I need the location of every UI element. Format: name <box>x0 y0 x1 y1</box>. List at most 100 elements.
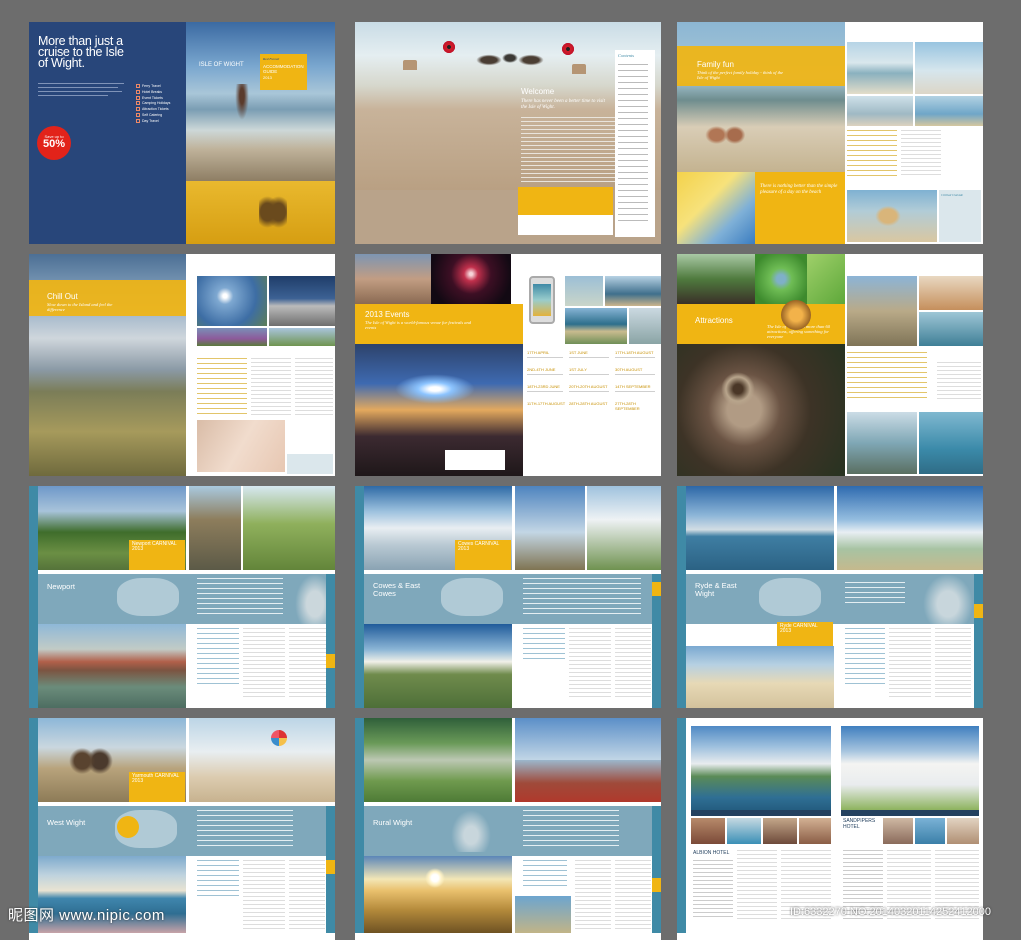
spread-cowes[interactable]: Cowes CARNIVAL 2013 Cowes & East Cowes <box>355 486 661 708</box>
family-photo-kite <box>915 42 983 94</box>
welcome-beach-people <box>475 36 545 76</box>
event-date: 20TH-20TH AUGUST <box>569 384 608 389</box>
event-date: 18TH-23RD JUNE <box>527 384 560 389</box>
rural-band-text <box>523 810 619 850</box>
newport-col-text <box>197 628 239 684</box>
newport-map <box>117 578 179 616</box>
rural-title: Rural Wight <box>373 818 413 827</box>
rural-photo-sky <box>515 718 661 760</box>
ryde-map <box>759 578 821 616</box>
bird-image <box>451 810 491 852</box>
chill-side-box <box>287 454 333 474</box>
newport-band-text <box>197 578 283 618</box>
attractions-photo-ruin <box>847 276 917 346</box>
events-photo-crowd <box>355 254 431 304</box>
newport-band <box>38 574 335 624</box>
west-band-text <box>197 810 293 850</box>
pinwheel <box>271 730 287 746</box>
cover-photo-beach <box>186 22 335 181</box>
cover-menu: Ferry Travel Hotel Breaks Event Tickets … <box>136 84 170 125</box>
chill-sub: Slow down to the Island and feel the dif… <box>47 302 113 312</box>
ryde-photo-pier <box>686 486 834 570</box>
family-quote: There is nothing better than the simple … <box>760 184 838 195</box>
sandpipers-name: SANDPIPERS HOTEL <box>843 818 876 830</box>
monkey-face <box>721 372 755 406</box>
watermark-id: ID:6332270 NO:20140320114252412000 <box>790 906 992 918</box>
events-photo-island <box>565 276 603 306</box>
spread-family-fun[interactable]: Family fun Think of the perfect family h… <box>677 22 983 244</box>
guide-box: Red Funnel ACCOMMODATION GUIDE 2013 <box>260 54 307 90</box>
watermark-logo: 昵图网 www.nipic.com <box>8 907 165 924</box>
attractions-photo-leaf <box>807 254 845 304</box>
chamber-logo-box <box>518 215 613 235</box>
cowes-photo-huts <box>364 624 512 708</box>
cover-photo-girl <box>234 84 250 124</box>
section-sidebar-right <box>652 806 661 933</box>
chill-photo-spa <box>197 420 285 472</box>
event-date: 14TH SEPTEMBER <box>615 384 651 389</box>
ryde-band-text <box>845 582 905 606</box>
event-date: 1ST JUNE <box>569 350 588 355</box>
stage-lights <box>395 374 475 404</box>
spread-chill-out[interactable]: Chill Out Slow down to the Island and fe… <box>29 254 335 476</box>
event-date: 11TH-17TH AUGUST <box>527 401 566 406</box>
menu-item[interactable]: Day Travel <box>136 119 170 125</box>
rural-sun <box>425 868 445 888</box>
sandpipers-photo-view <box>915 818 945 844</box>
walker-silhouettes <box>259 187 287 237</box>
family-quote-band <box>755 172 845 244</box>
sandpipers-photo-exterior <box>841 726 979 810</box>
events-photo-cyclist <box>629 308 661 344</box>
west-map-highlight <box>117 816 139 838</box>
attractions-photo-slide <box>847 412 917 474</box>
cowes-col-text2 <box>569 628 611 700</box>
smartphone-screen <box>533 284 551 316</box>
cowes-photo-field <box>587 486 661 570</box>
spread-welcome[interactable]: Welcome There has never been a better ti… <box>355 22 661 244</box>
sandcastle <box>403 60 417 70</box>
spread-cover[interactable]: More than just a cruise to the Isle of W… <box>29 22 335 244</box>
welcome-body <box>521 117 615 182</box>
attractions-photo-monkey <box>677 344 845 476</box>
carnival-tag: Cowes CARNIVAL 2013 <box>455 540 511 570</box>
west-photo-beach <box>189 718 335 802</box>
chill-col-text3 <box>295 358 333 418</box>
cowes-title: Cowes & East Cowes <box>373 581 421 598</box>
rural-col-text2 <box>575 860 611 930</box>
event-date: 28TH-28TH AUGUST <box>569 401 608 406</box>
sandcastle <box>572 64 586 74</box>
family-side-box <box>939 190 981 242</box>
spread-attractions[interactable]: Attractions The Isle of Wight has more t… <box>677 254 983 476</box>
carnival-tag: Ryde CARNIVAL 2013 <box>777 622 833 646</box>
sandpipers-photo-bed <box>947 818 979 844</box>
family-col-text <box>847 130 897 178</box>
newport-photo-church <box>189 486 241 570</box>
spread-newport[interactable]: Newport CARNIVAL 2013 Newport <box>29 486 335 708</box>
cowes-col-text <box>523 628 565 662</box>
chill-photo-field <box>269 328 335 346</box>
spread-events[interactable]: 2013 Events The Isle of Wight is a world… <box>355 254 661 476</box>
chill-col-text <box>197 358 247 418</box>
rural-photo-coast <box>515 896 571 933</box>
carnival-tag: Newport CARNIVAL 2013 <box>129 540 185 570</box>
newport-col-text2 <box>243 628 285 700</box>
family-photo-pier <box>847 96 913 126</box>
west-title: West Wight <box>47 818 86 827</box>
section-sidebar-right <box>326 806 335 933</box>
section-sidebar <box>355 718 364 933</box>
discount-badge: Save up to 50% <box>37 126 71 160</box>
red-flower <box>442 40 456 54</box>
spread-ryde[interactable]: Ryde & East Wight Ryde CARNIVAL 2013 <box>677 486 983 708</box>
family-col-text2 <box>901 130 941 178</box>
attractions-col-text2 <box>937 362 981 402</box>
albion-photo-exterior <box>691 726 831 810</box>
cowes-col-text3 <box>615 628 651 700</box>
west-col-text2 <box>243 860 285 930</box>
ryde-col-text2 <box>889 628 931 700</box>
event-date: 1ST JULY <box>569 367 587 372</box>
section-sidebar <box>355 486 364 708</box>
section-sidebar-right <box>974 574 983 708</box>
albion-photo-room <box>691 818 725 844</box>
attractions-photo-kayak <box>919 412 983 474</box>
spread-rural-wight[interactable]: Rural Wight <box>355 718 661 940</box>
